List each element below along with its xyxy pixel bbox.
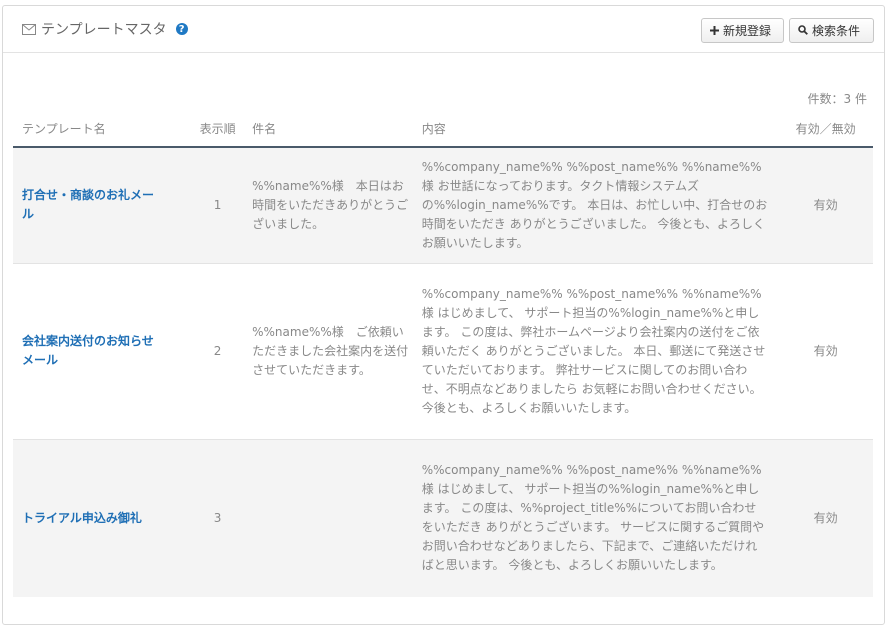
panel-header: テンプレートマスタ ? 新規登録 検索条件 [3,6,884,53]
plus-icon [710,24,719,38]
template-subject: %%name%%様 本日はお時間をいただきありがとうございました。 [252,147,422,264]
column-header-order[interactable]: 表示順 [183,110,253,148]
envelope-icon [22,23,36,35]
search-icon [798,24,808,38]
table-row[interactable]: 打合せ・商談のお礼メール 1 %%name%%様 本日はお時間をいただきありがと… [13,147,873,264]
column-header-name[interactable]: テンプレート名 [13,110,184,148]
record-count: 件数：3 件 [807,92,867,106]
table-header-row: テンプレート名 表示順 件名 内容 有効／無効 [13,110,873,148]
new-registration-label: 新規登録 [723,24,772,38]
new-registration-button[interactable]: 新規登録 [701,18,784,43]
table-row[interactable]: 会社案内送付のお知らせメール 2 %%name%%様 ご依頼いただきました会社案… [13,263,873,440]
template-content: %%company_name%% %%post_name%% %%name%%様… [421,439,779,597]
template-table: テンプレート名 表示順 件名 内容 有効／無効 打合せ・商談のお礼メール 1 %… [13,110,873,597]
search-conditions-label: 検索条件 [812,24,861,38]
display-order: 3 [183,439,253,597]
search-conditions-button[interactable]: 検索条件 [789,18,874,43]
column-header-content[interactable]: 内容 [421,110,779,148]
status-label: 有効 [778,263,873,440]
template-subject: %%name%%様 ご依頼いただきました会社案内を送付させていただきます。 [252,263,422,440]
display-order: 2 [183,263,253,440]
page-title: テンプレートマスタ ? [22,19,188,39]
help-icon[interactable]: ? [175,23,188,35]
column-header-subject[interactable]: 件名 [252,110,422,148]
status-label: 有効 [778,439,873,597]
template-master-panel: テンプレートマスタ ? 新規登録 検索条件 件数：3 件 テンプレート名 表示順… [2,5,885,625]
template-subject [252,439,422,597]
template-content: %%company_name%% %%post_name%% %%name%%様… [421,147,779,264]
template-name-link[interactable]: トライアル申込み御礼 [13,439,184,597]
page-title-text: テンプレートマスタ [41,22,167,38]
table-row[interactable]: トライアル申込み御礼 3 %%company_name%% %%post_nam… [13,439,873,597]
column-header-status[interactable]: 有効／無効 [778,110,873,148]
display-order: 1 [183,147,253,264]
template-name-link[interactable]: 打合せ・商談のお礼メール [13,147,184,264]
template-name-link[interactable]: 会社案内送付のお知らせメール [13,263,184,440]
template-content: %%company_name%% %%post_name%% %%name%%様… [421,263,779,440]
status-label: 有効 [778,147,873,264]
